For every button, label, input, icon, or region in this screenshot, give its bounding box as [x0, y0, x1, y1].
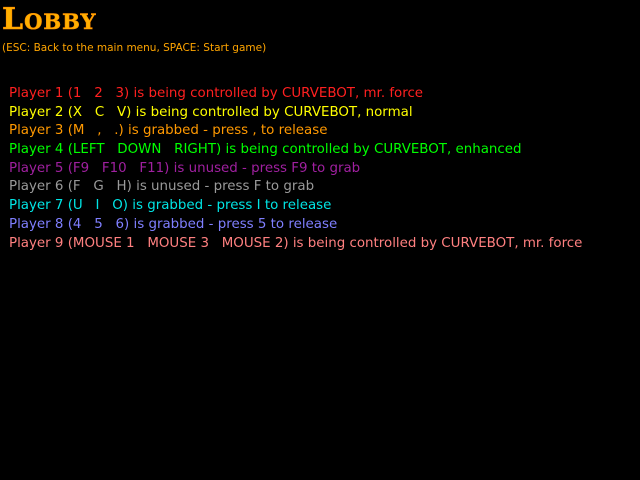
player-8-line[interactable]: Player 8 (4 5 6) is grabbed - press 5 to…	[9, 216, 582, 235]
player-5-line[interactable]: Player 5 (F9 F10 F11) is unused - press …	[9, 160, 582, 179]
player-4-line[interactable]: Player 4 (LEFT DOWN RIGHT) is being cont…	[9, 141, 582, 160]
player-3-line[interactable]: Player 3 (M , .) is grabbed - press , to…	[9, 122, 582, 141]
player-7-line[interactable]: Player 7 (U I O) is grabbed - press I to…	[9, 197, 582, 216]
player-2-line[interactable]: Player 2 (X C V) is being controlled by …	[9, 104, 582, 123]
lobby-screen: Lobby (ESC: Back to the main menu, SPACE…	[0, 0, 640, 480]
player-list: Player 1 (1 2 3) is being controlled by …	[9, 85, 582, 253]
controls-hint: (ESC: Back to the main menu, SPACE: Star…	[2, 42, 267, 54]
player-1-line[interactable]: Player 1 (1 2 3) is being controlled by …	[9, 85, 582, 104]
lobby-title: Lobby	[2, 2, 97, 38]
player-9-line[interactable]: Player 9 (MOUSE 1 MOUSE 3 MOUSE 2) is be…	[9, 235, 582, 254]
player-6-line[interactable]: Player 6 (F G H) is unused - press F to …	[9, 178, 582, 197]
